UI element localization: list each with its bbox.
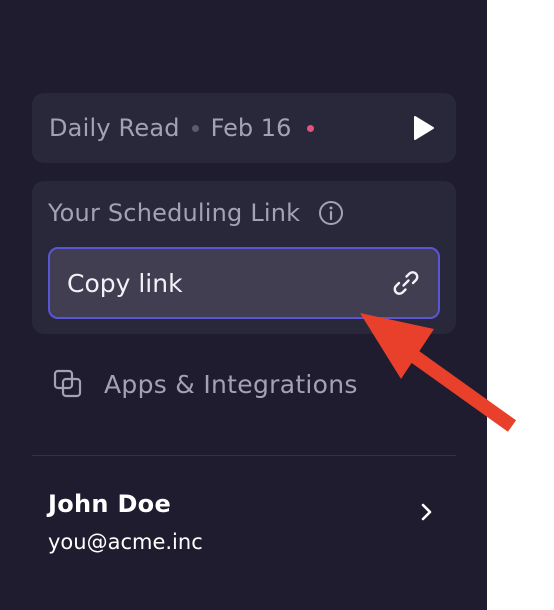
apps-icon	[52, 368, 84, 400]
sidebar: Daily Read Feb 16 Your Scheduling Link C…	[0, 0, 487, 610]
link-icon	[390, 267, 422, 299]
apps-integrations-item[interactable]: Apps & Integrations	[52, 368, 358, 400]
copy-link-button[interactable]: Copy link	[48, 247, 440, 319]
user-profile-item[interactable]: John Doe you@acme.inc	[48, 490, 440, 560]
separator-dot	[191, 124, 199, 132]
apps-integrations-label: Apps & Integrations	[104, 369, 358, 399]
daily-read-title: Daily Read	[49, 114, 180, 142]
copy-link-label: Copy link	[67, 268, 183, 298]
unread-indicator	[307, 124, 315, 132]
divider	[32, 455, 456, 456]
scheduling-link-header: Your Scheduling Link	[48, 199, 344, 227]
play-icon[interactable]	[410, 114, 438, 142]
scheduling-link-title: Your Scheduling Link	[48, 199, 301, 227]
user-name: John Doe	[48, 490, 172, 518]
daily-read-card[interactable]: Daily Read Feb 16	[32, 93, 456, 163]
user-email: you@acme.inc	[48, 530, 203, 554]
daily-read-date: Feb 16	[210, 114, 292, 142]
chevron-right-icon	[414, 500, 438, 524]
scheduling-link-card: Your Scheduling Link Copy link	[32, 181, 456, 334]
info-icon[interactable]	[318, 200, 344, 226]
